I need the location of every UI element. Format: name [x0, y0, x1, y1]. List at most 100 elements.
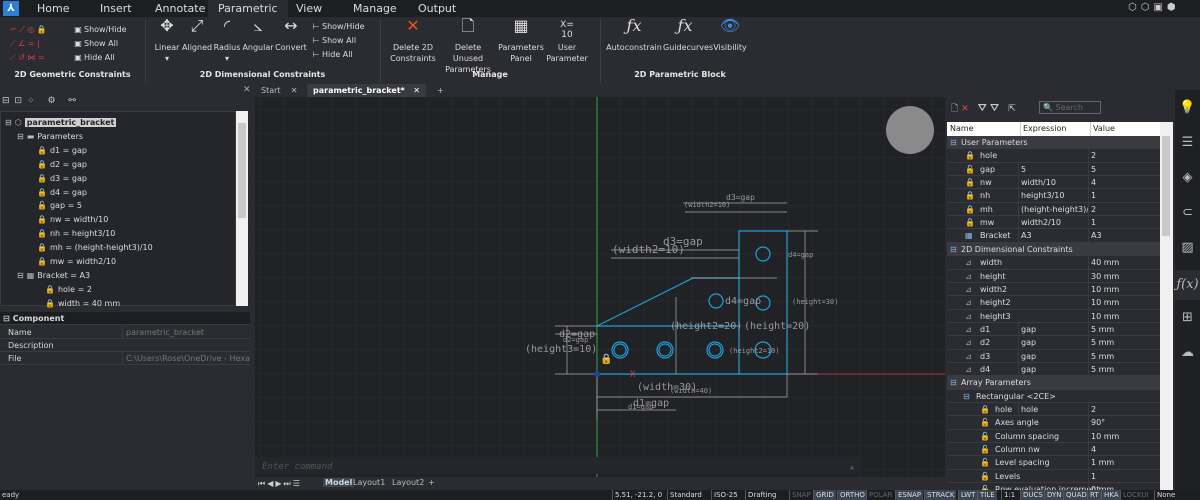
- param-value[interactable]: 5 mm: [1088, 322, 1160, 336]
- tree-scrollbar[interactable]: [236, 111, 248, 306]
- collapse-icon[interactable]: ⊟: [950, 376, 957, 388]
- param-row[interactable]: 🔒 hole 2: [947, 149, 1160, 163]
- status-toggle-strack[interactable]: STRACK: [924, 490, 957, 500]
- tab-annotate[interactable]: Annotate: [145, 0, 215, 17]
- params-toolbar[interactable]: 🗋✕ ⛛⛛ ⇱: [951, 101, 1019, 117]
- param-value[interactable]: 10 mm: [1088, 309, 1160, 322]
- status-toggle-ducs[interactable]: DUCS: [1020, 490, 1045, 500]
- tab-layout2[interactable]: Layout2: [392, 478, 424, 487]
- component-header[interactable]: ⊟ Component: [0, 312, 250, 325]
- property-value[interactable]: parametric_bracket: [122, 326, 250, 339]
- tree-item[interactable]: ⊟ ▦ Bracket = A3: [17, 269, 90, 283]
- status-toggle-snap[interactable]: SNAP: [789, 490, 813, 500]
- tab-parametric[interactable]: Parametric: [208, 0, 288, 17]
- fx-parameters-icon[interactable]: ƒ(x): [1175, 270, 1200, 300]
- structure-icon[interactable]: ⊞: [1175, 310, 1200, 325]
- param-expression[interactable]: width2/10: [1018, 216, 1088, 229]
- parameters-panel-button[interactable]: ▦ Parameters Panel: [497, 18, 545, 64]
- tree-item[interactable]: 🔒 nh = height3/10: [37, 227, 115, 241]
- tab-parametric-bracket[interactable]: parametric_bracket* ✕: [307, 84, 426, 97]
- sliders-icon[interactable]: ☰: [1175, 135, 1200, 150]
- layout-nav-icons[interactable]: ⏮◀▶⏭☰: [258, 479, 302, 489]
- param-row[interactable]: ⊿ d2 gap 5 mm: [947, 336, 1160, 350]
- delete-unused-parameters-button[interactable]: 🗋 Delete Unused Parameters: [439, 18, 497, 75]
- param-row[interactable]: ⊿ width 40 mm: [947, 256, 1160, 270]
- tree-item[interactable]: 🔒 nw = width/10: [37, 213, 108, 227]
- collapse-icon[interactable]: ⊟: [963, 390, 970, 402]
- search-input[interactable]: 🔍 Search: [1039, 101, 1101, 114]
- status-toggle-iso25[interactable]: ISO-25: [711, 490, 740, 500]
- status-toggle-11[interactable]: 1:1: [1001, 490, 1017, 500]
- param-expression[interactable]: (height-height3)/10: [1018, 202, 1088, 216]
- status-toggle-standard[interactable]: Standard: [667, 490, 704, 500]
- add-layout-button[interactable]: +: [428, 478, 435, 487]
- status-toggle-grid[interactable]: GRID: [813, 490, 836, 500]
- param-value[interactable]: 5 mm: [1088, 349, 1160, 362]
- param-value[interactable]: A3: [1088, 229, 1160, 242]
- view-cube-icons[interactable]: ⬡⬡▣⬢: [1128, 2, 1180, 13]
- param-value[interactable]: 1: [1088, 216, 1160, 229]
- geo-show-all-button[interactable]: ▣ Show All: [72, 37, 118, 51]
- param-row[interactable]: ⊿ d4 gap 5 mm: [947, 362, 1160, 377]
- column-name[interactable]: Name: [950, 122, 974, 136]
- tab-start[interactable]: Start ✕: [255, 84, 303, 97]
- tab-model[interactable]: Model: [323, 478, 355, 487]
- radius-button[interactable]: ◜ Radius ▾: [212, 18, 242, 64]
- command-line[interactable]: [255, 457, 860, 474]
- layers-icon[interactable]: ◈: [1175, 170, 1200, 185]
- collapse-icon[interactable]: ⊟: [950, 243, 957, 255]
- param-value[interactable]: 1: [1088, 469, 1160, 483]
- param-row[interactable]: 🔒 mw width2/10 1: [947, 216, 1160, 230]
- dim-show-all-button[interactable]: ⊢ Show All: [310, 34, 357, 48]
- status-toggle-rt[interactable]: RT: [1087, 490, 1101, 500]
- param-row[interactable]: 🔓 Axes angle 90°: [947, 416, 1160, 430]
- param-value[interactable]: 2: [1088, 149, 1160, 162]
- param-value[interactable]: 90°: [1088, 416, 1160, 429]
- param-value[interactable]: 5 mm: [1088, 362, 1160, 376]
- param-value[interactable]: 2: [1088, 202, 1160, 216]
- tree-item[interactable]: 🔒 mh = (height-height3)/10: [37, 241, 153, 255]
- status-toggle-esnap[interactable]: ESNAP: [895, 490, 924, 500]
- param-row[interactable]: ⊿ height3 10 mm: [947, 309, 1160, 323]
- cloud-upload-icon[interactable]: ☁: [1175, 345, 1200, 360]
- param-row[interactable]: ▦ Bracket A3 A3: [947, 229, 1160, 243]
- status-toggle-ortho[interactable]: ORTHO: [837, 490, 867, 500]
- params-group[interactable]: ⊟ Array Parameters: [947, 376, 1160, 390]
- param-row[interactable]: 🔓 Column spacing 10 mm: [947, 429, 1160, 444]
- param-row[interactable]: 🔒 mh (height-height3)/102: [947, 202, 1160, 217]
- param-row[interactable]: 🔓 Level spacing 1 mm: [947, 456, 1160, 470]
- paperclip-icon[interactable]: ⊂: [1175, 205, 1200, 220]
- convert-button[interactable]: ↔ Convert: [274, 18, 308, 53]
- tree-item[interactable]: 🔒 d2 = gap: [37, 158, 87, 172]
- tab-output[interactable]: Output: [408, 0, 466, 17]
- param-expression[interactable]: A3: [1018, 229, 1088, 242]
- tree-item[interactable]: 🔒 d1 = gap: [37, 144, 87, 158]
- param-value[interactable]: 10 mm: [1088, 296, 1160, 309]
- column-value[interactable]: Value: [1090, 122, 1115, 136]
- param-row[interactable]: 🔓 Levels 1: [947, 469, 1160, 484]
- status-toggle-none[interactable]: None: [1154, 490, 1177, 500]
- command-input[interactable]: Enter command: [262, 462, 333, 472]
- param-value[interactable]: 4: [1088, 176, 1160, 189]
- status-toggle-lockui[interactable]: LOCKUI: [1120, 490, 1151, 500]
- param-value[interactable]: 10 mm: [1088, 282, 1160, 296]
- delete-2d-constraints-button[interactable]: ✕ Delete 2D Constraints: [388, 18, 438, 64]
- param-expression[interactable]: 5: [1018, 162, 1088, 176]
- param-row[interactable]: ⊿ d1 gap 5 mm: [947, 322, 1160, 337]
- status-toggle-quad[interactable]: QUAD: [1063, 490, 1089, 500]
- params-scrollbar[interactable]: [1160, 122, 1173, 490]
- app-logo[interactable]: ⅄: [3, 1, 19, 16]
- tree-item[interactable]: ⊟ ▬ Parameters: [17, 130, 83, 144]
- autoconstrain-button[interactable]: ƒx Autoconstrain: [606, 18, 662, 53]
- collapse-icon[interactable]: ⊟: [950, 136, 957, 148]
- dim-hide-all-button[interactable]: ⊢ Hide All: [310, 48, 353, 62]
- tree-item[interactable]: 🔒 mw = width2/10: [37, 255, 116, 269]
- user-parameter-button[interactable]: X= 10 User Parameter: [545, 20, 589, 64]
- status-toggle-tile[interactable]: TILE: [977, 490, 997, 500]
- param-value[interactable]: 1: [1088, 189, 1160, 202]
- param-row[interactable]: 🔒 nh height3/10 1: [947, 189, 1160, 203]
- tab-insert[interactable]: Insert: [90, 0, 142, 17]
- status-toggle-dyn[interactable]: DYN: [1044, 490, 1064, 500]
- tab-home[interactable]: Home: [27, 0, 79, 17]
- geo-show-hide-button[interactable]: ▣ Show/Hide: [72, 23, 126, 37]
